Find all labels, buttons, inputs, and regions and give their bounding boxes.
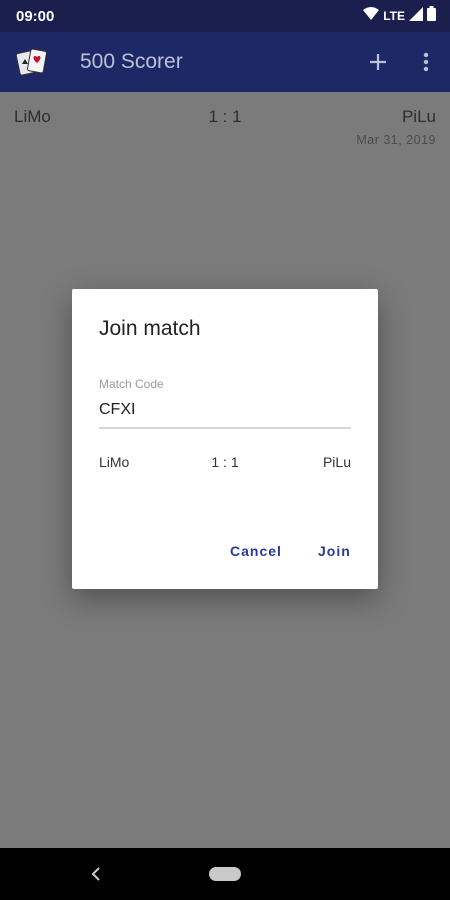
match-preview: LiMo 1 : 1 PiLu	[99, 454, 351, 474]
preview-team-right: PiLu	[322, 454, 351, 470]
cancel-button[interactable]: Cancel	[230, 543, 282, 559]
status-icons: LTE	[363, 6, 436, 26]
join-button[interactable]: Join	[318, 543, 351, 559]
app-title: 500 Scorer	[80, 50, 183, 73]
match-date: Mar 31, 2019	[356, 133, 436, 147]
more-vert-icon[interactable]	[402, 38, 450, 86]
home-pill-icon[interactable]	[209, 867, 241, 881]
status-bar: 09:00 LTE	[0, 0, 450, 32]
navigation-bar	[0, 848, 450, 900]
join-match-dialog: Join match Match Code LiMo 1 : 1 PiLu Ca…	[72, 289, 378, 589]
match-score: 1 : 1	[208, 107, 242, 126]
wifi-icon	[363, 6, 380, 26]
preview-score: 1 : 1	[211, 454, 239, 470]
battery-icon	[427, 6, 436, 26]
dialog-title: Join match	[99, 317, 201, 340]
match-code-input[interactable]	[99, 393, 351, 429]
plus-icon[interactable]	[354, 38, 402, 86]
back-chevron-icon[interactable]	[84, 862, 108, 886]
list-item[interactable]: LiMo 1 : 1 PiLu Mar 31, 2019	[0, 92, 450, 152]
network-type: LTE	[383, 9, 405, 23]
status-time: 09:00	[16, 7, 55, 25]
playing-cards-icon	[14, 44, 50, 80]
app-bar: 500 Scorer	[0, 32, 450, 92]
match-code-label: Match Code	[99, 377, 164, 391]
signal-icon	[409, 6, 423, 26]
team-right: PiLu	[401, 107, 436, 126]
